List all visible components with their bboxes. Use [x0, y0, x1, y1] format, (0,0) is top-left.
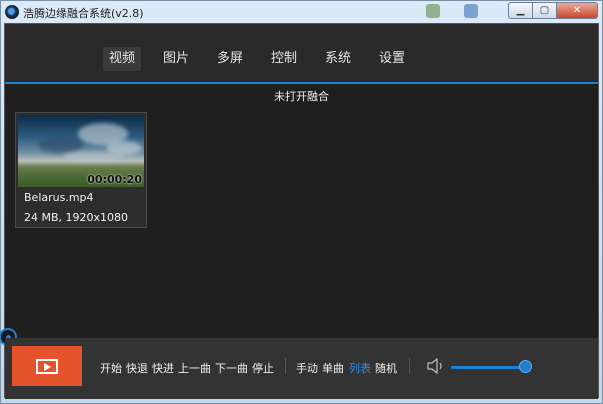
mode-manual[interactable]: 手动	[296, 360, 318, 376]
rewind-button[interactable]: 快退	[126, 360, 148, 376]
tab-video[interactable]: 视频	[103, 47, 142, 71]
video-thumbnail: 00:00:20	[18, 115, 144, 187]
minimize-button[interactable]: ▁	[508, 2, 533, 19]
maximize-button[interactable]: ▢	[532, 2, 557, 19]
mode-list[interactable]: 列表	[349, 360, 371, 376]
tab-control[interactable]: 控制	[265, 47, 303, 71]
play-icon	[36, 358, 58, 374]
stop-button[interactable]: 停止	[252, 360, 274, 376]
title-bar: 浩腾边缘融合系统(v2.8) ▁ ▢ ✕	[1, 1, 602, 23]
media-card[interactable]: 00:00:20 Belarus.mp4 24 MB, 1920x1080	[15, 112, 147, 228]
control-separator	[409, 358, 410, 374]
main-client-area: 视频 图片 多屏 控制 系统 设置 未打开融合 00:00:20 Belarus…	[0, 23, 599, 399]
tab-system[interactable]: 系统	[319, 47, 357, 71]
window-controls: ▁ ▢ ✕	[508, 2, 598, 19]
speaker-icon[interactable]	[426, 358, 446, 374]
close-button[interactable]: ✕	[556, 2, 598, 19]
previous-track-button[interactable]: 上一曲	[178, 360, 211, 376]
nav-divider	[5, 82, 598, 84]
blurred-desktop-icon	[464, 4, 478, 18]
tab-settings[interactable]: 设置	[373, 47, 411, 71]
fusion-status: 未打开融合	[274, 90, 329, 103]
fast-forward-button[interactable]: 快进	[152, 360, 174, 376]
blurred-desktop-icon	[426, 4, 440, 18]
volume-slider-handle[interactable]	[519, 360, 532, 373]
control-separator	[285, 358, 286, 374]
file-name: Belarus.mp4	[24, 191, 94, 204]
play-button[interactable]	[12, 346, 82, 386]
app-window: 浩腾边缘融合系统(v2.8) ▁ ▢ ✕ 视频 图片 多屏 控制 系统 设置 未…	[0, 0, 603, 404]
tab-multiscreen[interactable]: 多屏	[211, 47, 249, 71]
app-eye-icon	[5, 5, 19, 19]
next-track-button[interactable]: 下一曲	[215, 360, 248, 376]
start-button[interactable]: 开始	[100, 360, 122, 376]
file-info: 24 MB, 1920x1080	[24, 211, 129, 224]
volume-slider-track[interactable]	[451, 366, 525, 369]
window-title: 浩腾边缘融合系统(v2.8)	[23, 7, 144, 20]
video-duration: 00:00:20	[87, 173, 142, 186]
mode-random[interactable]: 随机	[375, 360, 397, 376]
mode-single[interactable]: 单曲	[322, 360, 344, 376]
playback-control-bar: 开始 快退 快进 上一曲 下一曲 停止 手动 单曲 列表 随机	[5, 338, 598, 399]
top-navigation: 视频 图片 多屏 控制 系统 设置	[5, 24, 598, 82]
tab-images[interactable]: 图片	[157, 47, 195, 71]
